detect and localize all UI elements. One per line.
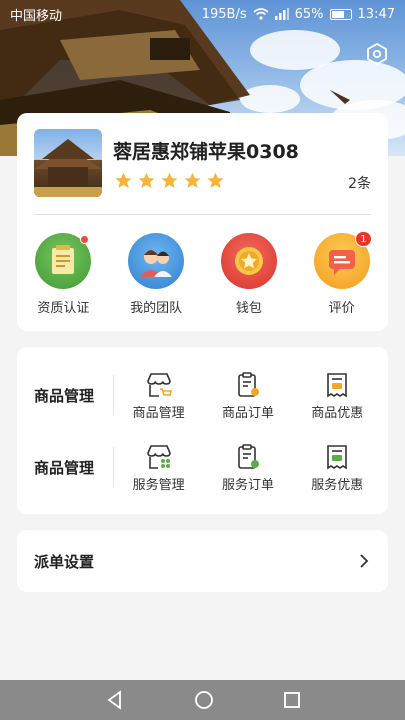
certificate-icon bbox=[35, 233, 92, 289]
shortcut-label: 资质认证 bbox=[37, 301, 90, 316]
service-order-button[interactable]: 服务订单 bbox=[208, 442, 288, 493]
recents-icon[interactable] bbox=[283, 691, 301, 709]
item-label: 商品订单 bbox=[221, 405, 274, 421]
battery-icon bbox=[329, 8, 352, 20]
home-icon[interactable] bbox=[194, 690, 214, 710]
shop-name: 蓉居惠郑铺苹果0308 bbox=[113, 141, 299, 163]
goods-order-button[interactable]: 商品订单 bbox=[208, 370, 288, 421]
service-management-button[interactable]: 服务管理 bbox=[119, 442, 199, 493]
item-label: 服务订单 bbox=[221, 477, 274, 493]
status-bar: 中国移动 195B/s 65% 13:47 bbox=[0, 0, 405, 28]
service-shop-icon bbox=[146, 444, 171, 469]
battery-percent: 65% bbox=[294, 6, 324, 22]
item-label: 服务优惠 bbox=[311, 477, 364, 493]
team-icon bbox=[128, 233, 185, 289]
shortcut-wallet[interactable]: 钱包 bbox=[203, 233, 296, 316]
dispatch-settings-label: 派单设置 bbox=[34, 552, 95, 571]
system-navigation-bar bbox=[0, 680, 405, 720]
review-count[interactable]: 2条 bbox=[348, 173, 371, 193]
shortcut-team[interactable]: 我的团队 bbox=[110, 233, 203, 316]
item-label: 商品优惠 bbox=[311, 405, 364, 421]
back-icon[interactable] bbox=[105, 690, 125, 710]
goods-management-row: 商品管理 商品管理 商品订单 商品优惠 bbox=[17, 365, 388, 425]
shortcut-review[interactable]: 1 评价 bbox=[295, 231, 388, 316]
shortcut-certification[interactable]: 资质认证 bbox=[17, 233, 110, 316]
service-coupon-button[interactable]: 服务优惠 bbox=[297, 442, 377, 493]
row-title: 商品管理 bbox=[34, 386, 95, 405]
review-icon: 1 bbox=[313, 231, 372, 289]
shop-avatar[interactable] bbox=[34, 129, 102, 197]
star-icon bbox=[207, 172, 224, 189]
service-order-icon bbox=[238, 443, 259, 469]
star-icon bbox=[115, 172, 132, 189]
star-icon bbox=[184, 172, 201, 189]
network-speed: 195B/s bbox=[201, 6, 247, 22]
settings-icon[interactable] bbox=[365, 42, 389, 66]
service-coupon-icon bbox=[327, 444, 348, 469]
shortcut-label: 评价 bbox=[328, 301, 355, 316]
goods-coupon-button[interactable]: 商品优惠 bbox=[297, 370, 377, 421]
divider bbox=[34, 214, 371, 215]
carrier-label: 中国移动 bbox=[10, 8, 63, 24]
goods-management-button[interactable]: 商品管理 bbox=[119, 370, 199, 421]
signal-icon bbox=[274, 8, 289, 20]
row-title: 商品管理 bbox=[34, 458, 95, 477]
service-management-row: 商品管理 服务管理 服务订单 服务优惠 bbox=[17, 437, 388, 497]
shop-icon bbox=[146, 372, 172, 397]
chevron-right-icon bbox=[360, 554, 369, 568]
order-icon bbox=[238, 371, 259, 397]
star-icon bbox=[138, 172, 155, 189]
star-icon bbox=[161, 172, 178, 189]
shortcut-label: 我的团队 bbox=[130, 301, 183, 316]
clock: 13:47 bbox=[357, 6, 395, 22]
shortcut-label: 钱包 bbox=[235, 301, 262, 316]
shortcut-row: 资质认证 我的团队 钱包 1 评价 bbox=[17, 231, 388, 316]
rating-stars bbox=[114, 171, 225, 190]
management-card: 商品管理 商品管理 商品订单 商品优惠 商品管理 服务管理 服务订单 服务优惠 bbox=[17, 347, 388, 514]
item-label: 商品管理 bbox=[132, 405, 185, 421]
shop-profile-card: 蓉居惠郑铺苹果0308 2条 资质认证 我的团队 钱包 1 评价 bbox=[17, 113, 388, 331]
coupon-icon bbox=[327, 372, 348, 397]
dispatch-settings-row[interactable]: 派单设置 bbox=[17, 530, 388, 592]
item-label: 服务管理 bbox=[132, 477, 185, 493]
wallet-icon bbox=[220, 233, 277, 289]
review-badge: 1 bbox=[355, 231, 372, 247]
wifi-icon bbox=[253, 8, 269, 20]
